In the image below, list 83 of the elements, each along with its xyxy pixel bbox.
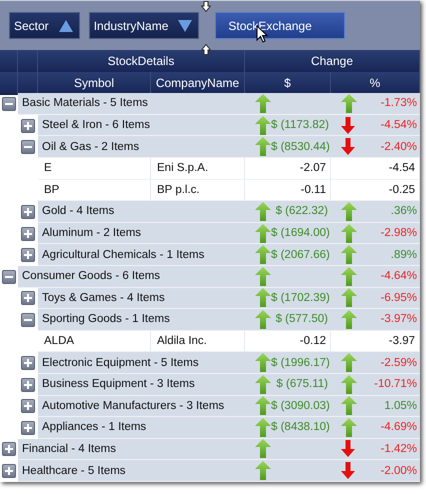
group-row-label[interactable]: Business Equipment - 3 Items [38, 374, 245, 396]
expand-icon[interactable] [21, 248, 35, 262]
percent-change-text: -4.64% [380, 270, 417, 282]
expand-icon[interactable] [2, 464, 16, 478]
group-row-label[interactable]: Gold - 4 Items [38, 201, 245, 223]
dollar-change-text: $ (1173.82) [271, 119, 329, 132]
group-row-label[interactable]: Automotive Manufacturers - 3 Items [38, 396, 245, 418]
table-cell: -0.25 [331, 180, 420, 202]
header-cell [0, 50, 18, 73]
dollar-change-text: $ (8530.44) [271, 140, 330, 153]
expand-icon[interactable] [21, 378, 35, 392]
expand-icon[interactable] [21, 291, 35, 306]
drop-indicator-icon [201, 44, 211, 55]
expand-icon[interactable] [2, 442, 16, 456]
column-header[interactable]: CompanyName [151, 72, 245, 95]
table-cell: -0.11 [245, 180, 331, 202]
group-chip[interactable]: IndustryName [88, 12, 200, 39]
column-header[interactable]: Symbol [38, 72, 151, 95]
collapse-icon[interactable] [21, 140, 35, 154]
percent-change-text: -10.71% [374, 378, 417, 390]
expand-icon[interactable] [21, 118, 35, 133]
table-cell: BP p.l.c. [151, 180, 245, 202]
percent-change-text: -2.59% [380, 356, 417, 369]
expand-icon[interactable] [21, 356, 35, 370]
collapse-icon[interactable] [2, 96, 16, 111]
group-row-label[interactable]: Electronic Equipment - 5 Items [38, 352, 245, 374]
group-row-label[interactable]: Financial - 4 Items [18, 438, 245, 460]
percent-change-text: -2.00% [380, 464, 417, 477]
percent-change-text: -4.54% [380, 119, 417, 132]
dollar-change-text: $ (622.32) [276, 205, 328, 218]
column-header: Change [245, 50, 420, 73]
dollar-change-text: $ (1702.39) [271, 292, 330, 304]
percent-change-text: -1.73% [380, 97, 417, 110]
group-row-label[interactable]: Steel & Iron - 6 Items [38, 114, 245, 136]
percent-change-text: -2.98% [380, 227, 417, 240]
dollar-change-text: $ (675.11) [276, 378, 328, 390]
percent-change-text: -3.97% [380, 313, 417, 326]
dollar-change-text: $ (2067.66) [271, 248, 330, 261]
group-row-label[interactable]: Aluminum - 2 Items [38, 222, 245, 244]
group-row-label[interactable]: Toys & Games - 4 Items [38, 288, 245, 310]
collapse-icon[interactable] [21, 312, 35, 327]
group-row-label[interactable]: Oil & Gas - 2 Items [38, 136, 245, 158]
group-row-label[interactable]: Sporting Goods - 1 Items [38, 309, 245, 331]
expand-icon[interactable] [21, 420, 35, 435]
collapse-icon[interactable] [2, 270, 16, 284]
group-row-label[interactable]: Appliances - 1 Items [38, 417, 245, 439]
percent-change-text: -2.40% [380, 140, 417, 153]
percent-change-text: .89% [390, 248, 417, 261]
percent-change-text: -6.95% [380, 292, 417, 304]
column-header[interactable]: $ [245, 72, 331, 95]
dollar-change-text: $ (1694.00) [271, 227, 330, 240]
percent-change-text: .36% [390, 205, 417, 218]
table-cell: Aldila Inc. [151, 330, 245, 352]
column-header[interactable]: % [331, 72, 420, 95]
table-cell: -3.97 [331, 330, 420, 352]
dollar-change-text: $ (8438.10) [271, 421, 330, 434]
header-cell [0, 72, 18, 95]
group-row-label[interactable]: Basic Materials - 5 Items [18, 93, 245, 115]
header-cell [18, 50, 38, 73]
dollar-change-text: $ (1996.17) [271, 356, 330, 369]
drop-indicator-icon [201, 1, 211, 12]
table-cell: E [38, 158, 151, 180]
table-cell: BP [38, 180, 151, 202]
header-cell [18, 72, 38, 95]
column-header: StockDetails [38, 50, 245, 73]
table-cell: Eni S.p.A. [151, 158, 245, 180]
table-cell: -4.54 [331, 158, 420, 180]
percent-change-text: -1.42% [380, 442, 417, 455]
expand-icon[interactable] [21, 399, 35, 414]
group-chip[interactable]: Sector [9, 12, 80, 39]
dollar-change-text: $ (577.50) [276, 313, 328, 326]
percent-change-text: -4.69% [380, 421, 417, 434]
table-cell: -0.12 [245, 330, 331, 352]
expand-icon[interactable] [21, 204, 35, 219]
group-row-label[interactable]: Healthcare - 5 Items [18, 460, 245, 482]
expand-icon[interactable] [21, 226, 35, 241]
group-chip[interactable]: StockExchange [215, 12, 346, 39]
dollar-change-text: $ (3090.03) [271, 400, 330, 412]
table-cell: -2.07 [245, 158, 331, 180]
table-cell: ALDA [38, 330, 151, 352]
group-row-label[interactable]: Agricultural Chemicals - 1 Items [38, 244, 245, 266]
percent-change-text: 1.05% [384, 400, 417, 412]
group-row-label[interactable]: Consumer Goods - 6 Items [18, 266, 245, 288]
